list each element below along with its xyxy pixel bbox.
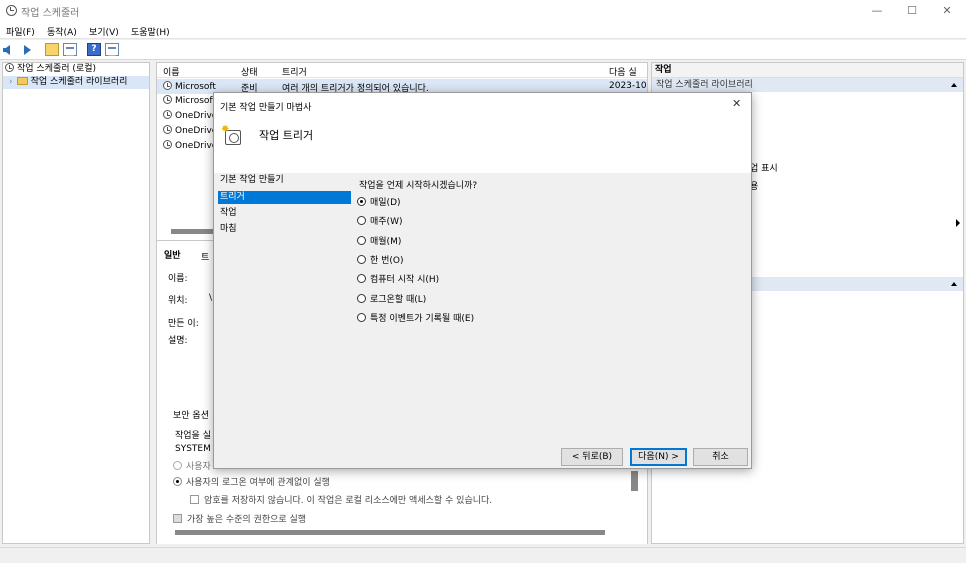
action-show-tasks[interactable]: 업 표시 xyxy=(750,161,778,174)
radio-icon xyxy=(357,255,366,264)
task-icon xyxy=(163,81,172,90)
maximize-button[interactable]: ☐ xyxy=(897,2,927,20)
highest-privileges-checkbox[interactable]: 가장 높은 수준의 권한으로 실행 xyxy=(173,512,306,525)
tree-item-library[interactable]: › 작업 스케줄러 라이브러리 xyxy=(3,76,149,89)
task-icon xyxy=(163,125,172,134)
table-row[interactable]: OneDrive xyxy=(163,140,217,151)
description-label: 설명: xyxy=(168,336,188,346)
next-button[interactable]: 다음(N) > xyxy=(630,448,687,466)
forward-arrow-icon[interactable] xyxy=(24,45,31,55)
close-window-button[interactable]: ✕ xyxy=(932,2,962,20)
wizard-step-action[interactable]: 작업 xyxy=(218,207,351,220)
option-regardless[interactable]: 사용자의 로그온 여부에 관계없이 실행 xyxy=(173,475,330,488)
actions-section-library[interactable]: 작업 스케줄러 라이브러리 xyxy=(652,78,963,92)
column-trigger[interactable]: 트리거 xyxy=(282,65,307,78)
checkbox-icon xyxy=(173,514,182,523)
action-pane-icon[interactable] xyxy=(105,43,119,56)
security-options-title: 보안 옵션 xyxy=(173,411,209,421)
minimize-button[interactable]: — xyxy=(862,2,892,20)
tree-item-root[interactable]: 작업 스케줄러 (로컬) xyxy=(3,63,149,76)
trigger-question: 작업을 언제 시작하시겠습니까? xyxy=(359,181,478,191)
horizontal-scrollbar-thumb[interactable] xyxy=(175,530,605,535)
radio-icon xyxy=(173,461,182,470)
menu-action[interactable]: 동작(A) xyxy=(47,25,77,38)
task-icon xyxy=(163,140,172,149)
location-label: 위치: xyxy=(168,296,188,306)
location-value: \ xyxy=(209,293,213,303)
title-bar: 작업 스케줄러 — ☐ ✕ xyxy=(0,0,966,22)
vertical-scrollbar-thumb[interactable] xyxy=(631,471,638,491)
menu-view[interactable]: 보기(V) xyxy=(89,25,119,38)
radio-icon xyxy=(357,197,366,206)
clock-icon xyxy=(5,63,14,72)
no-store-password-checkbox[interactable]: 암호를 저장하지 않습니다. 이 작업은 로컬 리소스에만 액세스할 수 있습니… xyxy=(190,493,492,506)
radio-icon xyxy=(357,294,366,303)
task-wizard-icon: ✸ xyxy=(221,124,242,145)
table-row[interactable]: OneDrive xyxy=(163,110,217,121)
radio-logon[interactable]: 로그온할 때(L) xyxy=(357,293,426,307)
wizard-step-create[interactable]: 기본 작업 만들기 xyxy=(218,174,351,187)
back-button[interactable]: < 뒤로(B) xyxy=(561,448,623,466)
back-arrow-icon[interactable] xyxy=(3,45,10,55)
status-bar xyxy=(0,547,966,563)
radio-one-time[interactable]: 한 번(O) xyxy=(357,254,404,268)
wizard-title: 기본 작업 만들기 마법사 xyxy=(220,103,312,113)
run-as-label: 작업을 실 xyxy=(175,431,211,441)
column-next-run[interactable]: 다음 실 xyxy=(609,65,637,78)
radio-icon xyxy=(357,216,366,225)
wizard-step-trigger[interactable]: 트리거 xyxy=(218,191,351,204)
author-label: 만든 이: xyxy=(168,319,199,329)
expand-chevron-icon[interactable]: › xyxy=(9,77,13,87)
radio-icon xyxy=(357,313,366,322)
cancel-button[interactable]: 취소 xyxy=(693,448,748,466)
console-tree-icon[interactable] xyxy=(63,43,77,56)
task-list-header: 이름 상태 트리거 다음 실 xyxy=(157,63,647,78)
radio-icon xyxy=(173,477,182,486)
wizard-header: 기본 작업 만들기 마법사 ✕ ✸ 작업 트리거 xyxy=(214,93,751,173)
radio-monthly[interactable]: 매월(M) xyxy=(357,235,401,249)
wizard-close-button[interactable]: ✕ xyxy=(732,97,741,110)
table-row[interactable]: OneDrive xyxy=(163,125,217,136)
window-title: 작업 스케줄러 xyxy=(21,8,80,19)
run-as-account: SYSTEM xyxy=(175,444,211,454)
collapse-arrow-icon[interactable] xyxy=(951,83,957,87)
radio-weekly[interactable]: 매주(W) xyxy=(357,215,402,229)
folder-icon xyxy=(16,77,28,85)
console-tree: 작업 스케줄러 (로컬) › 작업 스케줄러 라이브러리 xyxy=(2,62,150,544)
task-icon xyxy=(163,95,172,104)
name-label: 이름: xyxy=(168,274,188,284)
column-status[interactable]: 상태 xyxy=(241,65,258,78)
actions-header: 작업 xyxy=(652,63,963,78)
radio-daily[interactable]: 매일(D) xyxy=(357,196,401,210)
radio-computer-start[interactable]: 컴퓨터 시작 시(H) xyxy=(357,273,439,287)
radio-event-logged[interactable]: 특정 이벤트가 기록될 때(E) xyxy=(357,312,474,326)
table-row[interactable]: Microsoft xyxy=(163,95,216,106)
menu-file[interactable]: 파일(F) xyxy=(6,25,35,38)
menu-bar: 파일(F) 동작(A) 보기(V) 도움말(H) xyxy=(0,22,966,39)
create-basic-task-wizard: 기본 작업 만들기 마법사 ✕ ✸ 작업 트리거 기본 작업 만들기 트리거 작… xyxy=(213,92,752,469)
task-scheduler-app-icon xyxy=(6,5,17,16)
column-name[interactable]: 이름 xyxy=(163,65,180,78)
option-logged-on[interactable]: 사용자 xyxy=(173,459,211,472)
tab-general[interactable]: 일반 xyxy=(164,248,181,261)
collapse-arrow-icon[interactable] xyxy=(951,282,957,286)
submenu-arrow-icon[interactable] xyxy=(956,219,960,227)
up-folder-icon[interactable] xyxy=(45,43,59,56)
wizard-step-finish[interactable]: 마침 xyxy=(218,223,351,236)
menu-help[interactable]: 도움말(H) xyxy=(131,25,170,38)
help-icon[interactable]: ? xyxy=(87,43,101,56)
task-icon xyxy=(163,110,172,119)
checkbox-icon xyxy=(190,495,199,504)
radio-icon xyxy=(357,236,366,245)
wizard-heading: 작업 트리거 xyxy=(259,129,314,142)
radio-icon xyxy=(357,274,366,283)
toolbar: ? xyxy=(0,40,966,60)
tab-triggers[interactable]: 트 xyxy=(201,250,209,263)
